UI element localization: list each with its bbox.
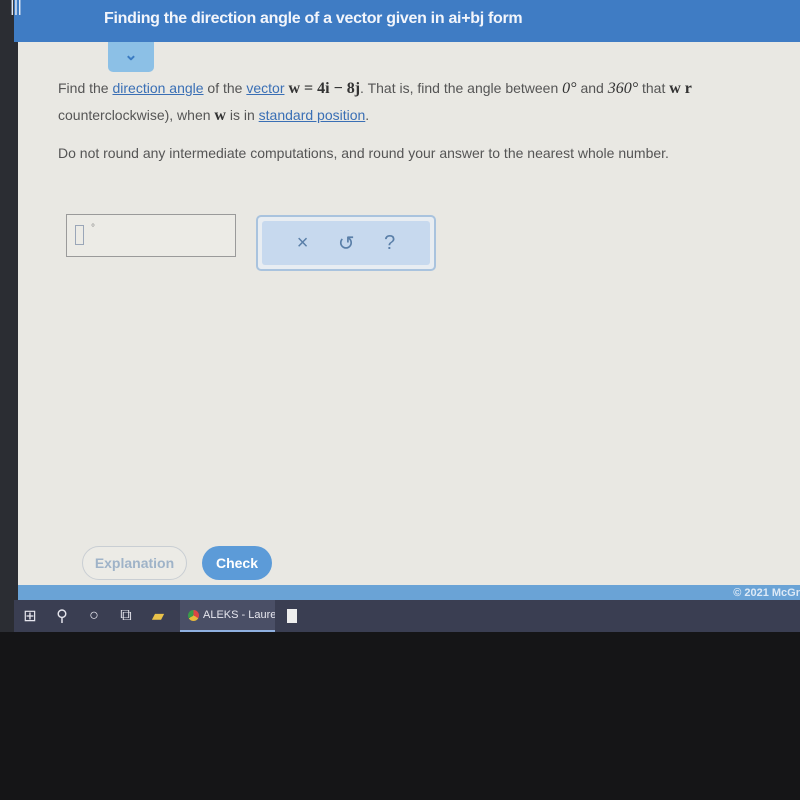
chrome-taskbar-item[interactable]: ALEKS - Lauren Owsle... xyxy=(180,600,275,632)
cortana-icon[interactable]: ○ xyxy=(78,607,110,625)
math: w = 4i − 8j xyxy=(284,80,361,97)
task-view-icon[interactable]: ⧉ xyxy=(110,607,142,625)
check-button[interactable]: Check xyxy=(202,546,272,580)
text: counterclockwise), when xyxy=(58,107,215,123)
header: ||| Finding the direction angle of a vec… xyxy=(10,0,800,42)
undo-icon[interactable]: ↺ xyxy=(338,231,355,256)
degree-unit: ° xyxy=(91,223,95,234)
file-explorer-icon[interactable]: ▰ xyxy=(142,606,174,626)
answer-tools: × ↺ ? xyxy=(256,215,436,271)
text: of the xyxy=(203,80,247,96)
chevron-down-icon[interactable]: ⌄ xyxy=(108,42,154,72)
text: . xyxy=(365,107,370,123)
direction-angle-link[interactable]: direction angle xyxy=(112,80,203,96)
help-icon[interactable]: ? xyxy=(384,232,395,255)
screen: ||| Finding the direction angle of a vec… xyxy=(0,0,800,632)
input-cursor xyxy=(75,225,84,245)
math: w xyxy=(214,107,226,124)
text: and xyxy=(576,80,608,96)
text: that xyxy=(638,80,670,96)
content: ⌄ Find the direction angle of the vector… xyxy=(18,42,800,585)
copyright: © 2021 McGr xyxy=(733,587,800,599)
problem-line-1: Find the direction angle of the vector w… xyxy=(58,80,692,98)
taskbar-label: ALEKS - Lauren Owsle... xyxy=(203,609,275,621)
search-icon[interactable]: ⚲ xyxy=(46,606,78,626)
explanation-button[interactable]: Explanation xyxy=(82,546,187,580)
chrome-icon xyxy=(188,609,199,621)
windows-start-icon[interactable]: ⊞ xyxy=(14,606,46,626)
hamburger-icon[interactable]: ||| xyxy=(10,0,40,16)
document-icon[interactable] xyxy=(287,609,297,623)
text: Find the xyxy=(58,80,113,96)
math: 360° xyxy=(607,80,639,97)
answer-input[interactable]: ° xyxy=(66,214,236,257)
math: 0° xyxy=(562,80,577,97)
taskbar: ⊞ ⚲ ○ ⧉ ▰ ALEKS - Lauren Owsle... xyxy=(14,600,800,632)
page-title: Finding the direction angle of a vector … xyxy=(104,10,523,27)
standard-position-link[interactable]: standard position xyxy=(259,107,366,123)
text: is in xyxy=(225,107,259,123)
problem-line-2: counterclockwise), when w is in standard… xyxy=(58,107,369,125)
text: . That is, find the angle between xyxy=(360,80,563,96)
math: w r xyxy=(669,80,692,97)
clear-icon[interactable]: × xyxy=(297,232,309,255)
instructions: Do not round any intermediate computatio… xyxy=(58,145,669,161)
vector-link[interactable]: vector xyxy=(246,80,284,96)
